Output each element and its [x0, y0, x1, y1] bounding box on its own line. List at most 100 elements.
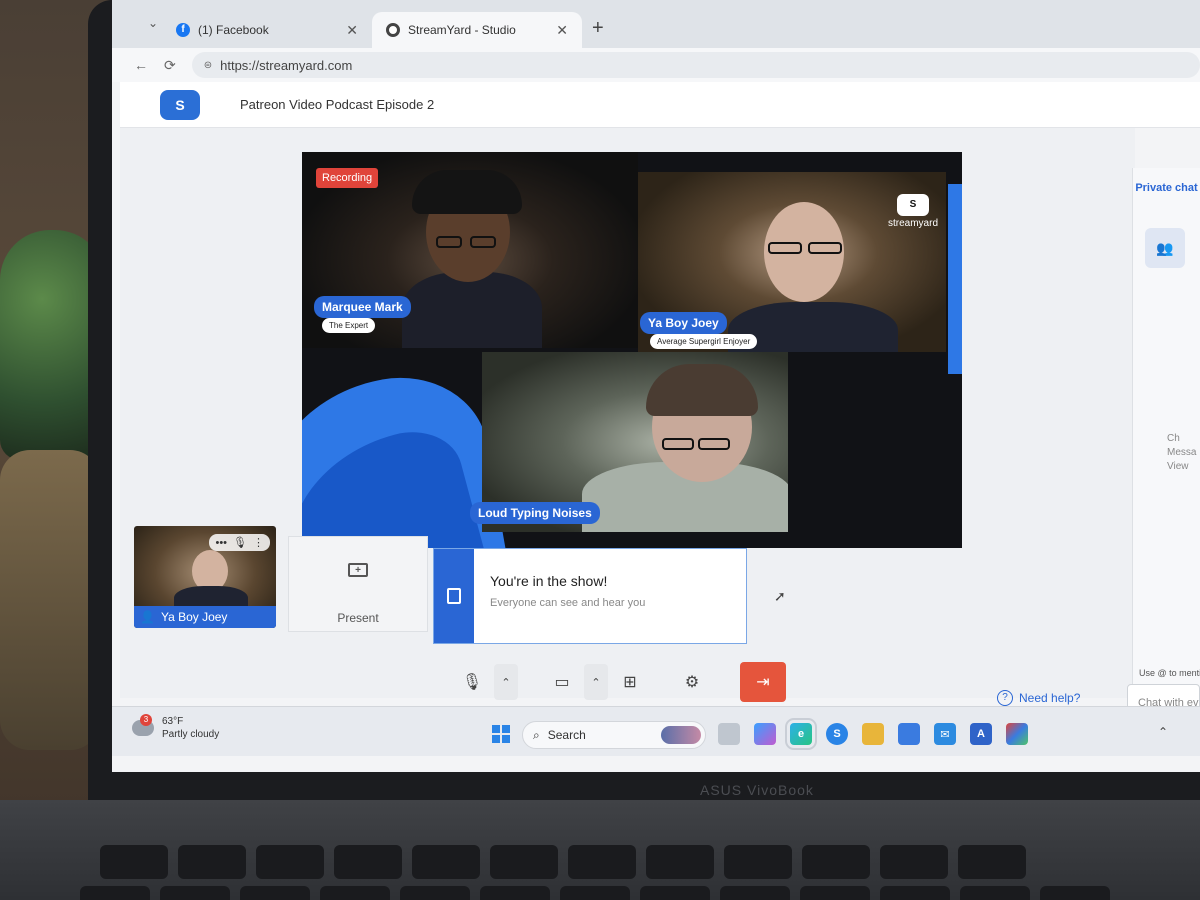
person-icon: 👤: [140, 610, 155, 624]
key: [320, 886, 390, 900]
present-button[interactable]: + Present: [288, 536, 428, 632]
tab-label: (1) Facebook: [198, 23, 269, 37]
chat-empty-line: View: [1167, 461, 1189, 472]
participant-hair: [646, 364, 758, 416]
key: [880, 886, 950, 900]
camera-options-chevron-icon[interactable]: ⌃: [584, 664, 608, 700]
key: [480, 886, 550, 900]
present-label: Present: [337, 611, 379, 625]
participant-glasses: [768, 242, 802, 254]
facebook-icon: f: [176, 23, 190, 37]
studio-header: S Patreon Video Podcast Episode 2: [120, 82, 1200, 128]
laptop-screen: ⌄ f (1) Facebook ✕ StreamYard - Studio ✕…: [112, 0, 1200, 772]
key: [880, 845, 948, 879]
taskbar-apps: e S ✉ A: [718, 718, 1028, 750]
site-info-icon[interactable]: ⊜: [204, 60, 212, 71]
windows-taskbar: 3 63°F Partly cloudy ⌕ Search e S ✉ A ⌃: [112, 706, 1200, 756]
contact-card-icon: [447, 588, 461, 604]
copilot-icon[interactable]: [754, 723, 776, 745]
address-bar[interactable]: ⊜ https://streamyard.com: [191, 52, 1200, 78]
chat-empty-line: Ch: [1167, 433, 1180, 444]
people-icon[interactable]: 👥: [1145, 228, 1185, 268]
close-tab-icon[interactable]: ✕: [556, 22, 568, 39]
key: [80, 886, 150, 900]
microphone-toggle-button[interactable]: 🎙: [454, 664, 490, 700]
key: [560, 886, 630, 900]
weather-widget[interactable]: 3 63°F Partly cloudy: [132, 714, 219, 741]
tile-controls: ••• 🎙 ⋮: [209, 534, 270, 551]
name-tag: Ya Boy Joey: [640, 312, 727, 334]
key: [802, 845, 870, 879]
app-icon[interactable]: A: [970, 723, 992, 745]
camera-toggle-button[interactable]: ▭: [544, 664, 580, 700]
audio-level-icon: •••: [215, 536, 228, 549]
key: [400, 886, 470, 900]
notice-subtitle: Everyone can see and hear you: [490, 597, 646, 609]
key: [334, 845, 402, 879]
mouse-cursor-icon: ➚: [774, 588, 786, 604]
reload-icon[interactable]: ⟳: [164, 57, 176, 74]
in-show-notice: You're in the show! Everyone can see and…: [433, 548, 747, 644]
key: [958, 845, 1026, 879]
skype-icon[interactable]: S: [826, 723, 848, 745]
streamyard-icon: [386, 23, 400, 37]
settings-gear-icon[interactable]: ⚙: [674, 664, 710, 700]
participant-cap: [412, 170, 522, 214]
self-preview-name: Ya Boy Joey: [160, 610, 228, 624]
windows-start-icon[interactable]: [492, 725, 510, 743]
stage-background-shape: [948, 184, 962, 374]
microphone-icon[interactable]: 🎙: [233, 536, 247, 549]
mail-icon[interactable]: ✉: [934, 723, 956, 745]
studio-main: Recording S streamyard Marquee Mark The …: [120, 128, 1135, 698]
close-tab-icon[interactable]: ✕: [346, 22, 358, 39]
tab-private-chat[interactable]: Private chat: [1133, 168, 1200, 196]
weather-text: 63°F Partly cloudy: [162, 715, 219, 741]
laptop-brand: ASUS VivoBook: [700, 782, 814, 798]
back-arrow-icon[interactable]: ←: [134, 57, 148, 73]
participant-glasses: [470, 236, 496, 248]
cloud-icon: 3: [132, 714, 154, 736]
microsoft-store-icon[interactable]: [898, 723, 920, 745]
keyboard-function-row: [100, 845, 1026, 879]
leave-studio-button[interactable]: ⇥: [740, 662, 786, 702]
key: [800, 886, 870, 900]
self-preview-tile[interactable]: ••• 🎙 ⋮ 👤 Ya Boy Joey: [134, 526, 276, 628]
broadcast-stage: Recording S streamyard Marquee Mark The …: [302, 152, 962, 548]
browser-tab-strip: ⌄ f (1) Facebook ✕ StreamYard - Studio ✕…: [112, 0, 1200, 48]
key: [640, 886, 710, 900]
key: [720, 886, 790, 900]
need-help-link[interactable]: ? Need help?: [997, 690, 1080, 706]
key: [100, 845, 168, 879]
chat-empty-state: Ch Messa View: [1167, 432, 1200, 474]
weather-condition: Partly cloudy: [162, 729, 220, 740]
tray-chevron-icon[interactable]: ⌃: [1158, 725, 1168, 739]
broadcast-title[interactable]: Patreon Video Podcast Episode 2: [240, 97, 434, 112]
office-icon[interactable]: [1006, 723, 1028, 745]
key: [960, 886, 1030, 900]
share-screen-button[interactable]: ⊞: [612, 664, 648, 700]
system-tray: ⌃: [1158, 725, 1168, 739]
edge-browser-icon[interactable]: e: [785, 718, 817, 750]
notice-title: You're in the show!: [490, 573, 608, 589]
need-help-label: Need help?: [1019, 691, 1081, 705]
toy-figure-base: [0, 450, 100, 750]
key: [568, 845, 636, 879]
file-explorer-icon[interactable]: [862, 723, 884, 745]
self-preview-label: 👤 Ya Boy Joey: [134, 606, 276, 628]
taskbar-search[interactable]: ⌕ Search: [522, 721, 706, 749]
name-tag: Loud Typing Noises: [470, 502, 600, 524]
weather-badge: 3: [140, 714, 152, 726]
streamyard-watermark-text: streamyard: [887, 218, 938, 229]
key: [412, 845, 480, 879]
more-options-icon[interactable]: ⋮: [253, 536, 264, 549]
microphone-options-chevron-icon[interactable]: ⌃: [494, 664, 518, 700]
task-view-icon[interactable]: [718, 723, 740, 745]
search-label: Search: [547, 728, 586, 742]
participant-glasses: [436, 236, 462, 248]
streamyard-logo[interactable]: S: [160, 89, 200, 120]
tab-facebook[interactable]: f (1) Facebook ✕: [162, 12, 372, 48]
tab-streamyard[interactable]: StreamYard - Studio ✕: [372, 12, 582, 48]
tab-list-chevron-icon[interactable]: ⌄: [148, 16, 158, 30]
browser-toolbar: ← ⟳ ⊜ https://streamyard.com: [112, 48, 1200, 82]
new-tab-button[interactable]: +: [582, 17, 614, 48]
